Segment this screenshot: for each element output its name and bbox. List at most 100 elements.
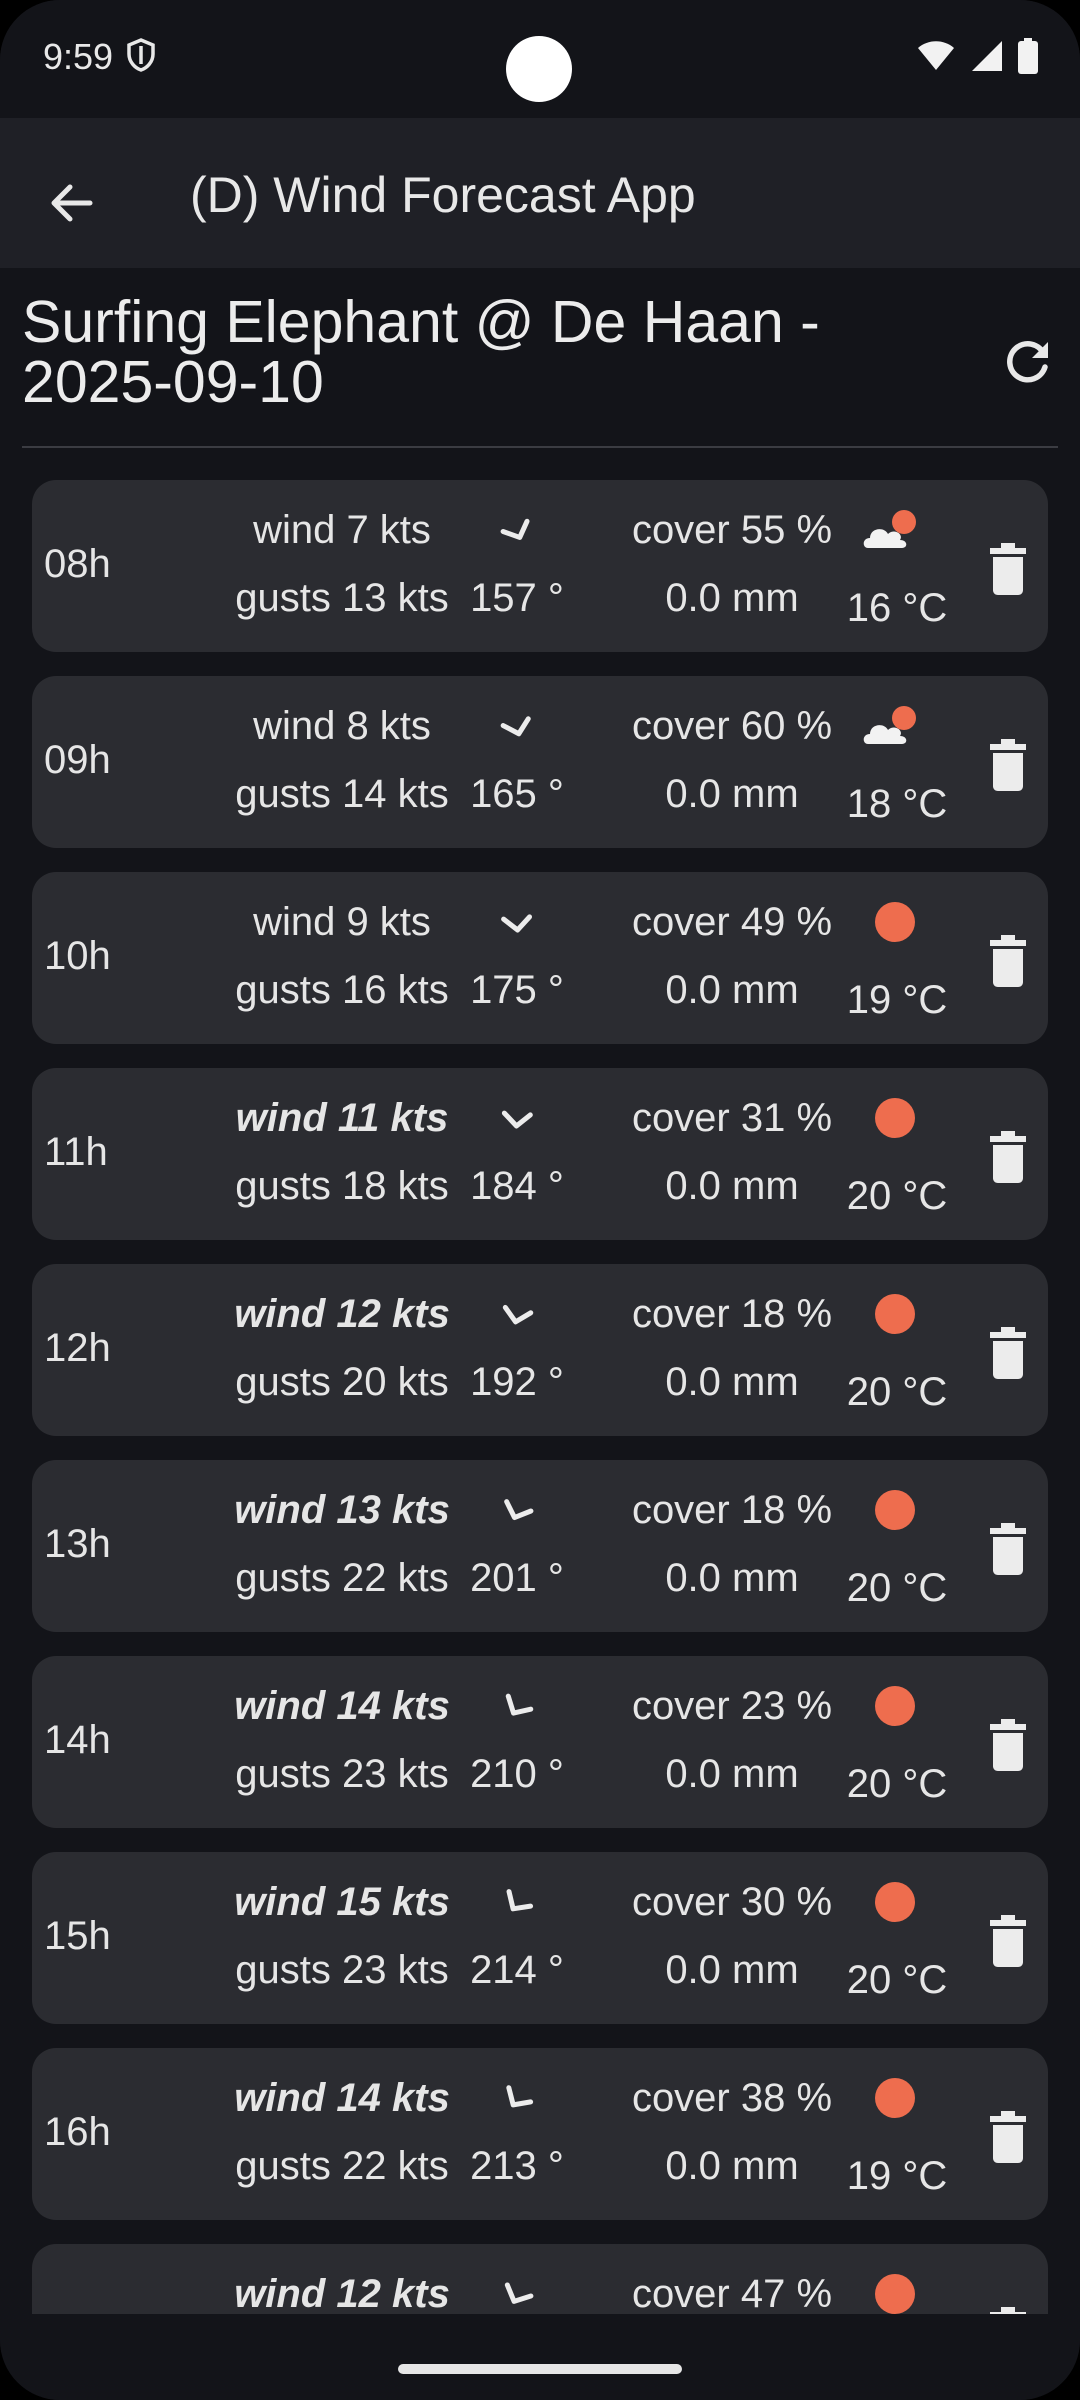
- navigation-bar: [0, 2314, 1080, 2400]
- battery-icon: [1018, 38, 1038, 79]
- wind-direction-degrees: 192 °: [470, 1360, 564, 1404]
- wind-speed: wind 11 kts: [235, 1096, 449, 1140]
- temperature: 19 °C: [846, 978, 948, 1022]
- temperature: 18 °C: [846, 782, 948, 826]
- wind-direction-icon: [492, 2270, 542, 2314]
- arrow-back-icon: [51, 184, 93, 222]
- shield-icon: [126, 38, 156, 77]
- wind-speed: wind 8 kts: [253, 704, 431, 748]
- wind-direction-icon: [492, 1878, 542, 1928]
- delete-button[interactable]: [980, 734, 1036, 794]
- delete-button[interactable]: [980, 1714, 1036, 1774]
- wind-speed: wind 12 kts: [234, 2272, 450, 2314]
- wind-speed: wind 14 kts: [234, 1684, 450, 1728]
- hour-label: 10h: [44, 934, 111, 978]
- delete-button[interactable]: [980, 1322, 1036, 1382]
- partly-cloudy-icon: [860, 508, 930, 558]
- forecast-row[interactable]: wind 12 kts cover 47 %: [32, 2244, 1048, 2314]
- delete-button[interactable]: [980, 1910, 1036, 1970]
- wind-direction-icon: [492, 898, 542, 948]
- cloud-cover: cover 18 %: [631, 1292, 833, 1336]
- sun-icon: [860, 1292, 930, 1342]
- trash-icon: [990, 2111, 1026, 2163]
- sun-icon: [860, 1880, 930, 1930]
- trash-icon: [990, 1327, 1026, 1379]
- wind-speed: wind 9 kts: [253, 900, 431, 944]
- sun-icon: [860, 1488, 930, 1538]
- forecast-row[interactable]: 12h wind 12 kts gusts 20 kts 192 ° cover 18 …: [32, 1264, 1048, 1436]
- divider: [22, 446, 1058, 448]
- trash-icon: [990, 2307, 1026, 2314]
- delete-button[interactable]: [980, 1518, 1036, 1578]
- trash-icon: [990, 1131, 1026, 1183]
- wind-direction-degrees: 201 °: [470, 1556, 564, 1600]
- cloud-cover: cover 30 %: [631, 1880, 833, 1924]
- screen: 9:59 (D) Wind Forecast App Surfing Eleph…: [0, 0, 1080, 2400]
- sun-icon: [860, 1096, 930, 1146]
- status-time: 9:59: [43, 36, 114, 77]
- cloud-cover: cover 60 %: [631, 704, 833, 748]
- delete-button[interactable]: [980, 2106, 1036, 2166]
- temperature: 16 °C: [846, 586, 948, 630]
- wind-direction-degrees: 214 °: [470, 1948, 564, 1992]
- wind-direction-icon: [492, 1290, 542, 1340]
- cloud-cover: cover 31 %: [631, 1096, 833, 1140]
- wind-direction-degrees: 165 °: [470, 772, 564, 816]
- forecast-row[interactable]: 14h wind 14 kts gusts 23 kts 210 ° cover 23 …: [32, 1656, 1048, 1828]
- partly-cloudy-icon: [860, 704, 930, 754]
- camera-cutout: [506, 36, 572, 102]
- back-button[interactable]: [40, 168, 110, 238]
- wind-speed: wind 12 kts: [234, 1292, 450, 1336]
- forecast-row[interactable]: 11h wind 11 kts gusts 18 kts 184 ° cover 31 …: [32, 1068, 1048, 1240]
- sun-icon: [860, 1684, 930, 1734]
- wind-direction-degrees: 157 °: [470, 576, 564, 620]
- wind-direction-icon: [492, 702, 542, 752]
- forecast-row[interactable]: 09h wind 8 kts gusts 14 kts 165 ° cover 60 %…: [32, 676, 1048, 848]
- forecast-row[interactable]: 15h wind 15 kts gusts 23 kts 214 ° cover 30 …: [32, 1852, 1048, 2024]
- sun-icon: [860, 2076, 930, 2126]
- wind-direction-degrees: 213 °: [470, 2144, 564, 2188]
- trash-icon: [990, 1523, 1026, 1575]
- cloud-cover: cover 47 %: [631, 2272, 833, 2314]
- trash-icon: [990, 543, 1026, 595]
- forecast-row[interactable]: 10h wind 9 kts gusts 16 kts 175 ° cover 49 %…: [32, 872, 1048, 1044]
- wind-direction-degrees: 210 °: [470, 1752, 564, 1796]
- hour-label: 08h: [44, 542, 111, 586]
- delete-button[interactable]: [980, 1126, 1036, 1186]
- forecast-list[interactable]: 08h wind 7 kts gusts 13 kts 157 ° cover 55 %…: [0, 480, 1080, 2314]
- app-bar: (D) Wind Forecast App: [0, 118, 1080, 268]
- trash-icon: [990, 935, 1026, 987]
- forecast-row[interactable]: 08h wind 7 kts gusts 13 kts 157 ° cover 55 %…: [32, 480, 1048, 652]
- refresh-icon: [1007, 341, 1048, 383]
- cell-signal-icon: [970, 39, 1004, 78]
- forecast-row[interactable]: 13h wind 13 kts gusts 22 kts 201 ° cover 18 …: [32, 1460, 1048, 1632]
- status-bar: 9:59: [0, 0, 1080, 118]
- temperature: 20 °C: [846, 1174, 948, 1218]
- wind-direction-degrees: 175 °: [470, 968, 564, 1012]
- delete-button[interactable]: [980, 2302, 1036, 2314]
- delete-button[interactable]: [980, 538, 1036, 598]
- delete-button[interactable]: [980, 930, 1036, 990]
- temperature: 20 °C: [846, 1370, 948, 1414]
- forecast-row[interactable]: 16h wind 14 kts gusts 22 kts 213 ° cover 38 …: [32, 2048, 1048, 2220]
- temperature: 19 °C: [846, 2154, 948, 2198]
- hour-label: 11h: [44, 1130, 108, 1174]
- wind-direction-icon: [492, 1486, 542, 1536]
- hour-label: 16h: [44, 2110, 111, 2154]
- hour-label: 12h: [44, 1326, 111, 1370]
- page-title: Surfing Elephant @ De Haan - 2025-09-10: [22, 289, 820, 415]
- hour-label: 14h: [44, 1718, 111, 1762]
- hour-label: 13h: [44, 1522, 111, 1566]
- cloud-cover: cover 38 %: [631, 2076, 833, 2120]
- cloud-cover: cover 23 %: [631, 1684, 833, 1728]
- wind-speed: wind 13 kts: [234, 1488, 450, 1532]
- wind-direction-degrees: 184 °: [470, 1164, 564, 1208]
- wind-speed: wind 14 kts: [234, 2076, 450, 2120]
- home-indicator[interactable]: [398, 2364, 682, 2374]
- wind-direction-icon: [492, 2074, 542, 2124]
- temperature: 20 °C: [846, 1566, 948, 1610]
- cloud-cover: cover 18 %: [631, 1488, 833, 1532]
- hour-label: 15h: [44, 1914, 111, 1958]
- temperature: 20 °C: [846, 1762, 948, 1806]
- refresh-button[interactable]: [998, 330, 1058, 390]
